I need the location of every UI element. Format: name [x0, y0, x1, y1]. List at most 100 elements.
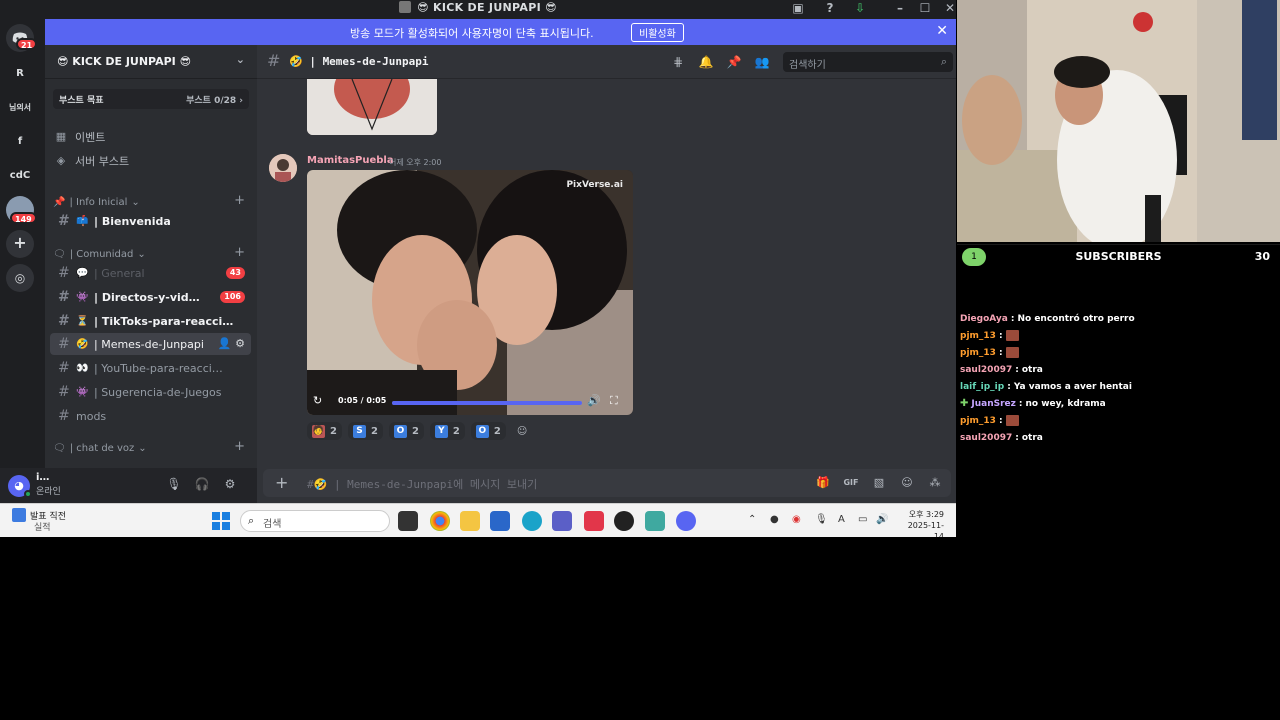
store-app-icon[interactable] — [490, 511, 510, 531]
guild-header[interactable]: 😎 KICK DE JUNPAPI 😎 ⌄ — [45, 45, 257, 79]
online-status-dot — [24, 490, 32, 498]
terminal-app-icon[interactable] — [398, 511, 418, 531]
server-cdc[interactable]: cdC — [6, 162, 34, 190]
pin-icon[interactable]: 📌 — [725, 53, 743, 71]
headphones-icon[interactable]: 🎧 — [194, 476, 210, 492]
events-link[interactable]: ▦ 이벤트 — [55, 127, 106, 147]
network-icon[interactable]: ▭ — [858, 514, 867, 525]
category-comunidad[interactable]: 🗨 | Comunidad ⌄ + — [53, 245, 251, 261]
add-channel-icon[interactable]: + — [234, 439, 245, 454]
video-seek-bar[interactable] — [392, 401, 582, 405]
file-explorer-icon[interactable] — [460, 511, 480, 531]
reaction-button[interactable]: O2 — [470, 422, 506, 440]
channel-sugerencia[interactable]: # 👾 | Sugerencia-de-Juegos — [50, 381, 251, 403]
chat-username[interactable]: saul20097 — [960, 433, 1012, 443]
channel-general[interactable]: # 💬 | General 43 — [50, 262, 251, 284]
explore-icon[interactable]: ◎ — [6, 264, 34, 292]
server-f[interactable]: f — [6, 128, 34, 156]
speaker-icon[interactable]: 🔊 — [876, 514, 888, 525]
webcam-image — [957, 0, 1280, 242]
channel-mods[interactable]: # mods — [50, 405, 251, 427]
channel-tiktoks[interactable]: # ⏳ | TikToks-para-reacci… — [50, 310, 251, 332]
channel-memes-de-junpapi[interactable]: # 🤣 | Memes-de-Junpapi 👤 ⚙ — [50, 333, 251, 355]
pin-icon: 📌 — [53, 196, 66, 208]
recording-app-icon[interactable] — [614, 511, 634, 531]
reaction-button[interactable]: 🧑 2 — [307, 422, 342, 440]
sticker-icon[interactable]: ▧ — [871, 475, 887, 491]
gear-icon[interactable]: ⚙ — [235, 337, 245, 350]
taskbar-search-input[interactable]: ⌕ 검색 — [240, 510, 390, 532]
server-r[interactable]: R — [6, 60, 34, 88]
reaction-button[interactable]: S2 — [347, 422, 383, 440]
settings-gear-icon[interactable]: ⚙ — [222, 476, 238, 492]
add-channel-icon[interactable]: + — [234, 245, 245, 260]
close-button[interactable]: ✕ — [940, 0, 956, 16]
chat-username[interactable]: saul20097 — [960, 365, 1012, 375]
add-server-icon[interactable]: + — [6, 230, 34, 258]
close-notice-icon[interactable]: ✕ — [936, 23, 948, 39]
microphone-icon[interactable]: 🎙 — [166, 476, 182, 492]
obs-app-icon[interactable] — [584, 511, 604, 531]
tray-app-icon[interactable]: ● — [770, 514, 779, 525]
disable-streamer-mode-button[interactable]: 비활성화 — [631, 23, 684, 42]
edge-app-icon[interactable] — [522, 511, 542, 531]
screen-share-icon[interactable]: ▣ — [788, 0, 808, 16]
threads-icon[interactable]: ⋕ — [669, 53, 687, 71]
download-icon[interactable]: ⇩ — [850, 0, 870, 16]
add-reaction-icon[interactable]: ☺ — [512, 422, 532, 440]
chat-username[interactable]: laif_ip_ip — [960, 382, 1004, 392]
hash-icon: # — [58, 213, 70, 229]
boost-goal[interactable]: 부스트 목표 부스트 0/28 › — [53, 89, 249, 109]
add-channel-icon[interactable]: + — [234, 193, 245, 208]
teams-app-icon[interactable] — [552, 511, 572, 531]
channel-youtube[interactable]: # 👀 | YouTube-para-reacci… — [50, 357, 251, 379]
channel-emoji: 🤣 — [76, 338, 89, 350]
gif-icon[interactable]: GIF — [843, 475, 859, 491]
server-name-2[interactable]: 님의서 — [6, 94, 34, 122]
news-widget[interactable]: 발표 직전 실적 — [12, 508, 66, 533]
reaction-button[interactable]: O2 — [388, 422, 424, 440]
emoji-icon[interactable]: ☺ — [899, 475, 915, 491]
discord-taskbar-icon[interactable] — [676, 511, 696, 531]
upload-plus-icon[interactable]: + — [275, 473, 288, 492]
tray-record-icon[interactable]: ◉ — [792, 514, 801, 525]
notes-app-icon[interactable] — [645, 511, 665, 531]
fullscreen-icon[interactable]: ⛶ — [610, 394, 618, 408]
calendar-icon: ▦ — [55, 130, 67, 143]
minimize-button[interactable]: – — [890, 0, 910, 16]
chrome-app-icon[interactable] — [430, 511, 450, 531]
chat-username[interactable]: pjm_13 — [960, 331, 996, 341]
server-boost-link[interactable]: ◈ 서버 부스트 — [55, 151, 129, 171]
previous-image-attachment[interactable] — [307, 79, 437, 135]
message-composer[interactable]: + #🤣 | Memes-de-Junpapi에 메시지 보내기 🎁 GIF ▧… — [263, 469, 951, 497]
replay-icon[interactable]: ↻ — [313, 394, 322, 407]
mic-tray-icon[interactable]: 🎙 — [815, 514, 828, 525]
bell-icon[interactable]: 🔔 — [697, 53, 715, 71]
channel-bienvenida[interactable]: # 📫 | Bienvenida — [50, 210, 251, 232]
category-info-inicial[interactable]: 📌 | Info Inicial ⌄ + — [53, 193, 251, 209]
chat-username[interactable]: pjm_13 — [960, 416, 996, 426]
video-controls: ↻ 0:05 / 0:05 🔊 ⛶ — [307, 390, 633, 415]
avatar[interactable] — [269, 154, 297, 182]
help-icon[interactable]: ? — [820, 0, 840, 16]
apps-icon[interactable]: ⁂ — [927, 475, 943, 491]
video-attachment[interactable]: PixVerse.ai ↻ 0:05 / 0:05 🔊 ⛶ — [307, 170, 633, 415]
member-list-icon[interactable]: 👥 — [753, 53, 771, 71]
taskbar-clock[interactable]: 오후 3:29 2025-11-14 — [898, 509, 944, 537]
gift-icon[interactable]: 🎁 — [815, 475, 831, 491]
chevron-up-icon[interactable]: ⌃ — [748, 514, 756, 525]
category-chat-de-voz[interactable]: 🗨 | chat de voz ⌄ + — [53, 439, 251, 455]
reaction-button[interactable]: Y2 — [429, 422, 465, 440]
chat-username[interactable]: pjm_13 — [960, 348, 996, 358]
invite-icon[interactable]: 👤 — [218, 337, 232, 350]
chat-username[interactable]: JuanSrez — [971, 399, 1016, 409]
title-bar: 😎 KICK DE JUNPAPI 😎 ▣ ? ⇩ – ☐ ✕ — [0, 0, 956, 18]
channel-directos[interactable]: # 👾 | Directos-y-vid… 106 — [50, 286, 251, 308]
message-author[interactable]: MamitasPuebla — [307, 155, 394, 166]
windows-start-icon[interactable] — [212, 512, 230, 530]
maximize-button[interactable]: ☐ — [915, 0, 935, 16]
language-indicator[interactable]: A — [838, 514, 845, 525]
volume-icon[interactable]: 🔊 — [587, 394, 601, 407]
chat-username[interactable]: DiegoAya — [960, 314, 1008, 324]
search-input[interactable]: 검색하기 ⌕ — [783, 52, 953, 72]
